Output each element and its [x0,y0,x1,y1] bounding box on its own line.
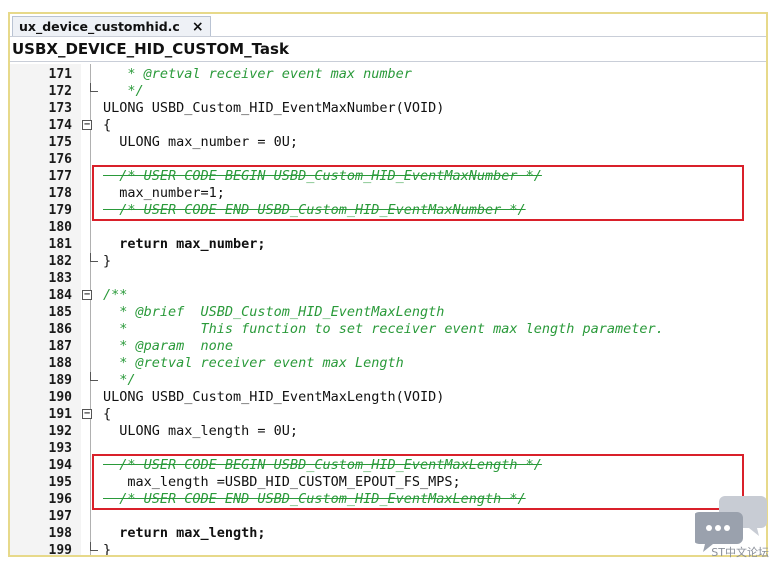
tab-ux-device-customhid[interactable]: ux_device_customhid.c × [12,16,211,36]
line-number: 181 [48,237,72,252]
line-number: 183 [48,271,72,286]
watermark-text: ST中文论坛 [711,546,769,559]
code-line[interactable]: 187 * @param none [10,338,766,355]
code-text: return max_length; [103,525,266,541]
code-line[interactable]: 192 ULONG max_length = 0U; [10,423,766,440]
code-text: * @param none [103,338,234,354]
line-number: 176 [48,152,72,167]
code-line[interactable]: 184− /** [10,287,766,304]
line-number: 185 [48,305,72,320]
code-line[interactable]: 171 * @retval receiver event max number [10,66,766,83]
code-line[interactable]: 186 * This function to set receiver even… [10,321,766,338]
function-navigation-bar[interactable]: USBX_DEVICE_HID_CUSTOM_Task [10,36,766,62]
line-number: 187 [48,339,72,354]
line-number: 177 [48,169,72,184]
line-number: 189 [48,373,72,388]
line-number: 179 [48,203,72,218]
line-number: 188 [48,356,72,371]
fold-collapse-icon[interactable]: − [82,120,92,130]
fold-collapse-icon[interactable]: − [82,409,92,419]
code-text: ULONG USBD_Custom_HID_EventMaxLength(VOI… [103,389,445,405]
code-text: ULONG max_number = 0U; [103,134,299,150]
line-number: 195 [48,475,72,490]
code-text: { [103,406,112,422]
code-text: * @retval receiver event max number [103,66,412,82]
line-number: 197 [48,509,72,524]
line-number: 190 [48,390,72,405]
code-line[interactable]: 198 return max_length; [10,525,766,542]
line-number: 182 [48,254,72,269]
code-line[interactable]: 173 ULONG USBD_Custom_HID_EventMaxNumber(… [10,100,766,117]
code-text: /** [103,287,128,303]
code-line[interactable]: 182} [10,253,766,270]
code-line[interactable]: 197 [10,508,766,525]
code-text: return max_number; [103,236,266,252]
line-number: 171 [48,67,72,82]
fold-end-marker [90,83,98,92]
code-text: } [103,542,112,557]
code-text: */ [103,83,144,99]
line-number: 193 [48,441,72,456]
line-number: 175 [48,135,72,150]
line-number: 192 [48,424,72,439]
code-text: } [103,253,112,269]
code-line[interactable]: 185 * @brief USBD_Custom_HID_EventMaxLen… [10,304,766,321]
line-number: 180 [48,220,72,235]
screenshot-frame: ux_device_customhid.c × USBX_DEVICE_HID_… [8,12,768,557]
close-icon[interactable]: × [192,19,204,35]
code-line[interactable]: 180 [10,219,766,236]
code-line[interactable]: 181 return max_number; [10,236,766,253]
code-line[interactable]: 188 * @retval receiver event max Length [10,355,766,372]
editor-tab-bar: ux_device_customhid.c × [10,14,766,36]
tab-label: ux_device_customhid.c [19,19,180,34]
line-number: 198 [48,526,72,541]
line-number: 178 [48,186,72,201]
highlight-box-max-length [92,454,744,510]
code-text: */ [103,372,136,388]
line-number: 194 [48,458,72,473]
line-number: 184 [48,288,72,303]
code-text: { [103,117,112,133]
line-number: 191 [48,407,72,422]
line-number: 199 [48,543,72,557]
line-number: 196 [48,492,72,507]
line-number: 173 [48,101,72,116]
code-line[interactable]: 189 */ [10,372,766,389]
fold-end-marker [90,372,98,381]
code-text: * This function to set receiver event ma… [103,321,664,337]
line-number: 174 [48,118,72,133]
current-function-label: USBX_DEVICE_HID_CUSTOM_Task [12,40,289,58]
code-line[interactable]: 175 ULONG max_number = 0U; [10,134,766,151]
line-number: 186 [48,322,72,337]
code-line[interactable]: 183 [10,270,766,287]
highlight-box-max-number [92,165,744,221]
code-text: * @retval receiver event max Length [103,355,404,371]
code-line[interactable]: 172 */ [10,83,766,100]
code-line[interactable]: 174− { [10,117,766,134]
fold-end-marker [90,542,98,551]
line-number: 172 [48,84,72,99]
code-text: * @brief USBD_Custom_HID_EventMaxLength [103,304,445,320]
fold-end-marker [90,253,98,262]
code-editor[interactable]: 171 * @retval receiver event max number 1… [10,64,766,557]
code-line[interactable]: 191− { [10,406,766,423]
code-text: ULONG USBD_Custom_HID_EventMaxNumber(VOI… [103,100,445,116]
code-line[interactable]: 190 ULONG USBD_Custom_HID_EventMaxLength(… [10,389,766,406]
code-line[interactable]: 199} [10,542,766,557]
code-text: ULONG max_length = 0U; [103,423,299,439]
fold-collapse-icon[interactable]: − [82,290,92,300]
